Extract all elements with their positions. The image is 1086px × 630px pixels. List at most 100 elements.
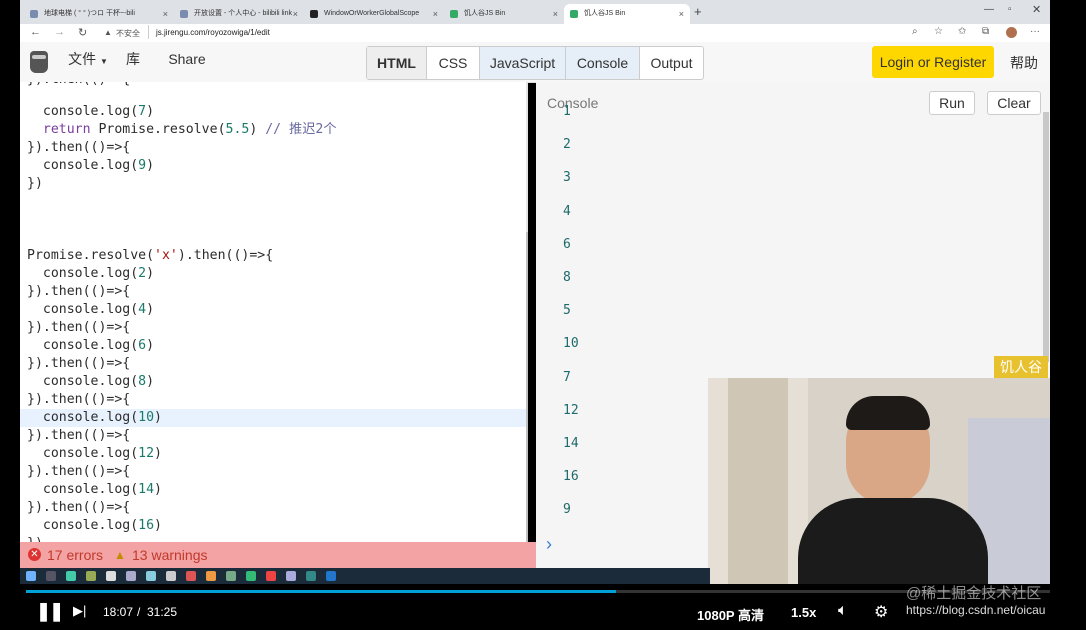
vscode-icon[interactable] [326, 571, 336, 581]
login-button[interactable]: Login or Register [872, 46, 994, 78]
maximize-icon[interactable]: ▫ [1008, 4, 1012, 15]
search-icon[interactable] [46, 571, 56, 581]
tab-favicon-icon [30, 10, 38, 18]
taskbar-app-icon[interactable] [206, 571, 216, 581]
close-icon[interactable]: × [433, 4, 438, 24]
code-line: }) [27, 535, 43, 542]
window-close-icon[interactable]: ✕ [1032, 3, 1041, 16]
speed-selector[interactable]: 1.5x [791, 605, 816, 620]
tab-html[interactable]: HTML [367, 47, 427, 79]
code-token: ) [154, 410, 162, 425]
tab-favicon-icon [180, 10, 188, 18]
taskbar-app-icon[interactable] [226, 571, 236, 581]
tab-label: 地球电梯 ( ° ° )つロ 干杯~-bili [44, 10, 135, 17]
collections-icon[interactable]: ⧉ [982, 26, 989, 37]
tab-javascript[interactable]: JavaScript [480, 47, 566, 79]
favorites-icon[interactable]: ✩ [958, 26, 966, 37]
time-total: 31:25 [147, 605, 178, 619]
os-taskbar [20, 568, 710, 584]
browser-tab[interactable]: 开放设置 - 个人中心 - bilibili link × [174, 4, 304, 24]
share-link[interactable]: Share [162, 42, 212, 76]
back-icon[interactable]: ← [30, 26, 41, 38]
minimize-icon[interactable]: — [984, 4, 994, 15]
code-token: ) [249, 122, 266, 137]
file-menu[interactable]: 文件 ▼ [64, 42, 112, 76]
bookmark-icon[interactable]: ☆ [934, 26, 943, 37]
tab-label: 饥人谷JS Bin [464, 10, 506, 17]
code-line: return Promise.resolve(5.5) // 推迟2个 [27, 121, 337, 139]
code-token: console.log( [27, 482, 139, 497]
close-icon[interactable]: × [293, 4, 298, 24]
code-token: }) [27, 176, 43, 191]
run-button[interactable]: Run [929, 91, 975, 115]
time-current: 18:07 [103, 605, 134, 619]
address-bar: ← → ↻ ▲ 不安全 js.jirengu.com/royozowiga/1/… [20, 24, 1050, 42]
code-line: Promise.resolve('x').then(()=>{ [27, 247, 273, 265]
tab-favicon-icon [310, 10, 318, 18]
tab-css[interactable]: CSS [427, 47, 480, 79]
new-tab-icon[interactable]: + [694, 4, 702, 19]
code-line: }) [27, 175, 43, 193]
chevron-down-icon: ▼ [99, 57, 108, 66]
library-link[interactable]: 库 [118, 42, 148, 76]
profile-avatar[interactable] [1006, 27, 1017, 38]
webcam-door [728, 378, 788, 584]
editor-scrollbar[interactable] [526, 82, 528, 542]
code-line: }).then(()=>{ [27, 319, 130, 337]
progress-track[interactable] [26, 590, 1050, 593]
code-token: 7 [138, 104, 147, 119]
close-icon[interactable]: × [679, 4, 684, 24]
clear-button[interactable]: Clear [987, 91, 1041, 115]
taskbar-app-icon[interactable] [266, 571, 276, 581]
more-icon[interactable]: ··· [1030, 26, 1040, 37]
console-line: 5 [563, 303, 571, 319]
error-status-bar[interactable]: ✕ 17 errors ▲ 13 warnings [20, 542, 536, 568]
tab-label: 开放设置 - 个人中心 - bilibili link [194, 10, 293, 17]
taskbar-app-icon[interactable] [86, 571, 96, 581]
code-token: 2 [138, 266, 147, 281]
taskbar-app-icon[interactable] [306, 571, 316, 581]
taskbar-app-icon[interactable] [66, 571, 76, 581]
code-token: console.log( [27, 518, 139, 533]
close-icon[interactable]: × [553, 4, 558, 24]
code-token: ) [146, 338, 155, 353]
editor-scrollbar-thumb[interactable] [526, 232, 528, 542]
taskbar-app-icon[interactable] [146, 571, 156, 581]
next-icon[interactable]: ▶| [73, 603, 86, 619]
taskbar-app-icon[interactable] [126, 571, 136, 581]
tab-favicon-icon [570, 10, 578, 18]
tab-output[interactable]: Output [640, 47, 703, 79]
console-prompt-icon[interactable]: › [546, 534, 552, 555]
divider [148, 25, 149, 39]
tab-console[interactable]: Console [566, 47, 640, 79]
close-icon[interactable]: × [163, 4, 168, 24]
code-token: }).then(()=>{ [27, 500, 131, 515]
code-token: (()=>{ [83, 82, 131, 87]
browser-tab[interactable]: 饥人谷JS Bin × [444, 4, 564, 24]
pause-icon[interactable]: ❚❚ [36, 601, 64, 622]
help-link[interactable]: 帮助 [1004, 46, 1044, 80]
taskbar-app-icon[interactable] [186, 571, 196, 581]
settings-icon[interactable]: ⚙ [874, 602, 888, 622]
volume-icon[interactable]: 🔈︎ [838, 602, 848, 620]
console-line: 12 [563, 402, 579, 418]
code-token: console.log( [27, 302, 139, 317]
taskbar-app-icon[interactable] [246, 571, 256, 581]
code-editor[interactable]: }).then(()=>{ console.log( 7) return Prom… [20, 82, 528, 542]
taskbar-app-icon[interactable] [166, 571, 176, 581]
browser-tab[interactable]: 地球电梯 ( ° ° )つロ 干杯~-bili × [24, 4, 174, 24]
taskbar-app-icon[interactable] [106, 571, 116, 581]
code-token: ) [154, 482, 162, 497]
quality-selector[interactable]: 1080P 高清 [697, 605, 764, 624]
browser-tab[interactable]: WindowOrWorkerGlobalScope × [304, 4, 444, 24]
zoom-icon[interactable]: ⌕ [912, 26, 918, 37]
console-line: 16 [563, 469, 579, 485]
warnings-count: 13 warnings [132, 547, 208, 563]
browser-tab-active[interactable]: 饥人谷JS Bin × [564, 4, 690, 24]
url-field[interactable]: js.jirengu.com/royozowiga/1/edit [156, 28, 270, 37]
code-token: console.log( [27, 338, 139, 353]
start-icon[interactable] [26, 571, 36, 581]
console-scrollbar[interactable] [1043, 112, 1049, 362]
taskbar-app-icon[interactable] [286, 571, 296, 581]
code-token: }).then(()=>{ [27, 140, 131, 155]
